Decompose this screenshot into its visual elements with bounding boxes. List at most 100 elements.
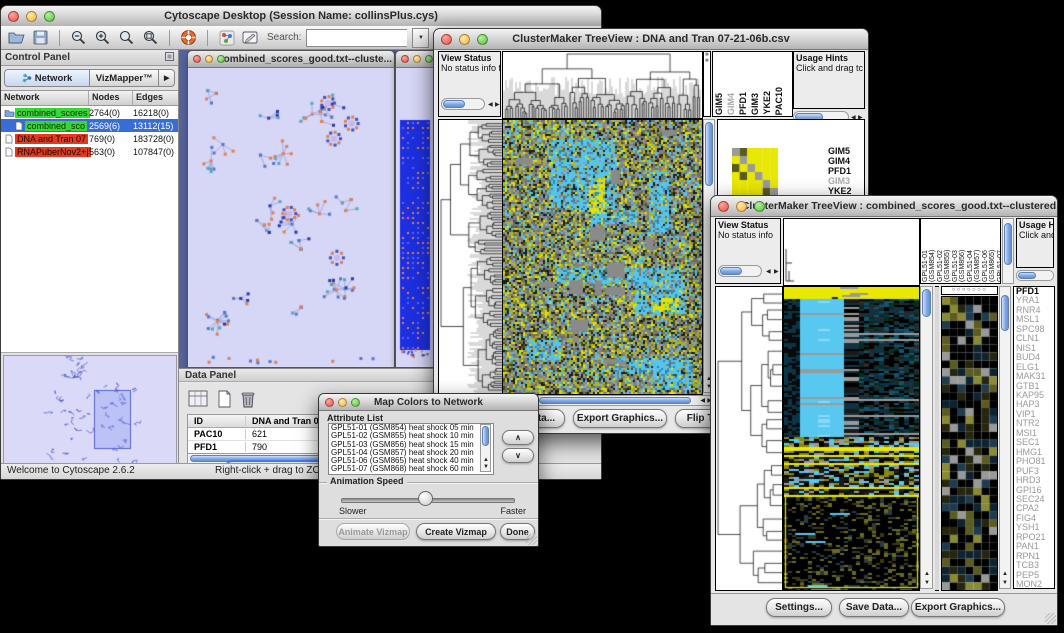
scroll-right-icon[interactable]: ▶ xyxy=(774,269,779,275)
close-icon[interactable] xyxy=(8,11,19,22)
zoom-window-icon[interactable] xyxy=(44,11,55,22)
create-vizmap-button[interactable]: Create Vizmap xyxy=(416,523,496,540)
scroll-left-icon[interactable]: ◀ xyxy=(700,398,705,404)
import-network-icon[interactable] xyxy=(217,28,236,47)
search-input[interactable] xyxy=(306,29,407,47)
zoom-window-icon[interactable] xyxy=(217,55,225,63)
scroll-up-icon[interactable]: ▲ xyxy=(1002,571,1008,577)
open-file-icon[interactable] xyxy=(7,28,26,47)
treeview1-titlebar[interactable]: ClusterMaker TreeView : DNA and Tran 07-… xyxy=(434,29,868,50)
treeview2-titlebar[interactable]: ClusterMaker TreeView : combined_scores_… xyxy=(711,196,1057,217)
minimize-icon[interactable] xyxy=(338,398,347,407)
gene-label[interactable]: MON2 xyxy=(1014,580,1054,589)
scrollbar-thumb[interactable] xyxy=(443,100,465,108)
zoom-in-icon[interactable] xyxy=(93,28,112,47)
zoom-window-icon[interactable] xyxy=(477,34,488,45)
treeview2-gene-list[interactable]: PFD1YRA1RNR4MSL1SPC98CLN1NIS1BUD4ELG1MAK… xyxy=(1013,286,1055,589)
panel-divider[interactable] xyxy=(935,286,939,591)
gene-label[interactable]: PFD1 xyxy=(828,166,856,176)
help-lifering-icon[interactable] xyxy=(179,28,198,47)
treeview2-vscrollbar[interactable]: ▲ ▼ xyxy=(920,286,933,589)
gene-list-scrollbar[interactable]: ▲ ▼ xyxy=(999,286,1011,589)
usage-hints-scrollbar[interactable] xyxy=(1016,270,1054,281)
attribute-list-scrollbar[interactable]: ▲ ▼ xyxy=(480,424,491,472)
gene-label[interactable]: GIM5 xyxy=(828,146,856,156)
minimize-icon[interactable] xyxy=(459,34,470,45)
view-status-scrollbar[interactable] xyxy=(441,98,485,110)
zoom-out-icon[interactable] xyxy=(69,28,88,47)
close-icon[interactable] xyxy=(325,398,334,407)
gene-label[interactable]: GIM3 xyxy=(828,176,856,186)
treeview2-top-vscrollbar[interactable] xyxy=(1002,218,1014,284)
resize-grip[interactable] xyxy=(1045,613,1056,624)
treeview1-mini-heatmap[interactable] xyxy=(732,148,778,196)
close-icon[interactable] xyxy=(441,34,452,45)
search-dropdown-icon[interactable]: ▼ xyxy=(412,28,429,48)
minimize-icon[interactable] xyxy=(413,55,421,63)
move-up-button[interactable]: ∧ xyxy=(502,430,534,445)
close-icon[interactable] xyxy=(401,55,409,63)
scrollbar-thumb[interactable] xyxy=(1018,272,1036,279)
attribute-listbox[interactable]: GPL51-01 (GSM854) heat shock 05 minGPL51… xyxy=(328,423,494,475)
col-nodes[interactable]: Nodes xyxy=(89,91,133,105)
treeview1-column-dendrogram[interactable] xyxy=(502,51,703,119)
slider-thumb[interactable] xyxy=(418,491,433,506)
scrollbar-thumb[interactable] xyxy=(705,122,713,186)
scroll-down-icon[interactable]: ▼ xyxy=(483,464,489,470)
zoom-window-icon[interactable] xyxy=(351,398,360,407)
minimize-icon[interactable] xyxy=(205,55,213,63)
network-row[interactable]: combined_sco2569(6)13112(15) xyxy=(1,119,178,132)
select-attributes-icon[interactable] xyxy=(187,389,209,408)
zoom-selected-icon[interactable] xyxy=(117,28,136,47)
dialog-titlebar[interactable]: Map Colors to Network xyxy=(319,394,538,411)
delete-attribute-icon[interactable] xyxy=(237,389,259,408)
scrollbar-thumb[interactable] xyxy=(922,289,931,317)
network-view-window[interactable]: combined_scores_good.txt--cluste... xyxy=(187,50,395,368)
tab-vizmapper[interactable]: VizMapper™ xyxy=(90,69,159,87)
scroll-right-icon[interactable]: ▶ xyxy=(495,102,500,108)
network-row[interactable]: combined_scores2764(0)16218(0) xyxy=(1,106,178,119)
close-icon[interactable] xyxy=(718,201,729,212)
scroll-left-icon[interactable]: ◀ xyxy=(766,269,771,275)
tab-overflow-arrow[interactable]: ▶ xyxy=(159,69,175,87)
save-data-button[interactable]: Save Data... xyxy=(839,598,909,617)
scrollbar-thumb[interactable] xyxy=(1004,223,1012,265)
resize-grip[interactable] xyxy=(526,534,537,545)
scroll-up-icon[interactable]: ▲ xyxy=(483,457,489,463)
network-row[interactable]: DNA and Tran 07769(0)183728(0) xyxy=(1,132,178,145)
gene-label[interactable]: GIM4 xyxy=(828,156,856,166)
save-session-icon[interactable] xyxy=(31,28,50,47)
create-attribute-icon[interactable] xyxy=(213,389,235,408)
settings-button[interactable]: Settings... xyxy=(766,598,832,617)
id-column-header[interactable]: ID xyxy=(188,416,246,426)
scrollbar-thumb[interactable] xyxy=(720,267,742,275)
scroll-left-icon[interactable]: ◀ xyxy=(488,102,493,108)
minimize-icon[interactable] xyxy=(736,201,747,212)
network-view-titlebar[interactable]: combined_scores_good.txt--cluste... xyxy=(188,51,394,68)
network-canvas[interactable] xyxy=(188,68,392,366)
scroll-up-icon[interactable]: ▲ xyxy=(924,571,930,577)
scroll-down-icon[interactable]: ▼ xyxy=(924,580,930,586)
export-graphics-button[interactable]: Export Graphics... xyxy=(573,409,667,428)
minimize-icon[interactable] xyxy=(26,11,37,22)
treeview1-row-dendrogram[interactable] xyxy=(438,119,503,395)
float-panel-icon[interactable] xyxy=(165,52,174,64)
treeview2-column-dendrogram[interactable] xyxy=(783,218,920,286)
network-overview-thumbnail[interactable] xyxy=(3,355,177,467)
treeview2-detail-heatmap[interactable] xyxy=(941,296,998,591)
scrollbar-thumb[interactable] xyxy=(482,426,489,446)
zoom-window-icon[interactable] xyxy=(754,201,765,212)
move-down-button[interactable]: ∨ xyxy=(502,448,534,463)
scrollbar-thumb[interactable] xyxy=(1001,295,1009,331)
attribute-item[interactable]: GPL51-07 (GSM868) heat shock 60 min xyxy=(329,465,493,473)
zoom-fit-icon[interactable] xyxy=(141,28,160,47)
treeview2-row-dendrogram[interactable] xyxy=(715,286,783,591)
zoom-window-icon[interactable] xyxy=(425,55,433,63)
scroll-down-icon[interactable]: ▼ xyxy=(1002,580,1008,586)
col-network[interactable]: Network xyxy=(1,91,89,105)
tab-network[interactable]: Network xyxy=(4,69,90,87)
treeview1-heatmap[interactable] xyxy=(502,119,703,395)
network-row[interactable]: RNAPuberNov2+|563(0)107847(0) xyxy=(1,145,178,158)
annotation-icon[interactable] xyxy=(241,28,260,47)
scrollbar-thumb[interactable] xyxy=(539,397,691,404)
